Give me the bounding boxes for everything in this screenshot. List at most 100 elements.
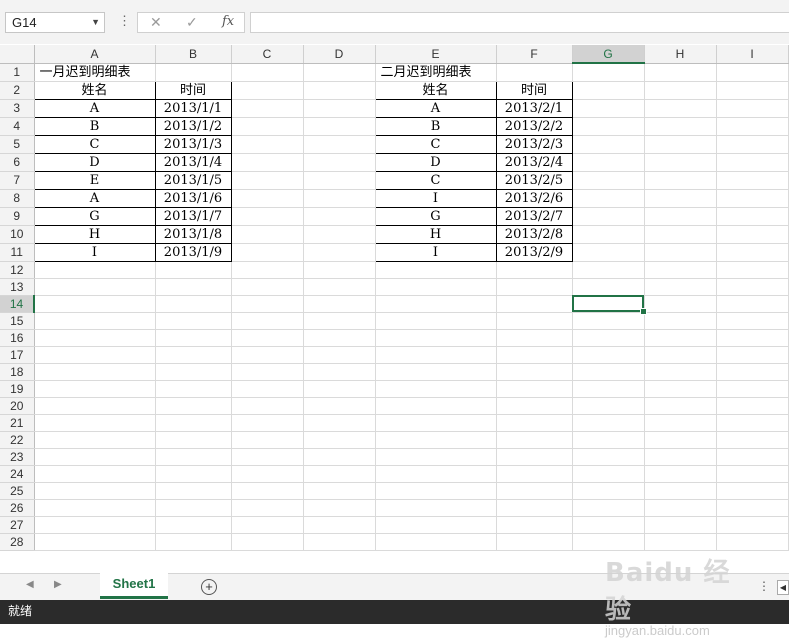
cell[interactable] [716,329,789,347]
table2-header-name[interactable]: 姓名 [374,80,497,100]
cell[interactable] [572,482,645,500]
cell[interactable] [375,431,497,449]
table1-date-cell[interactable]: 2013/1/3 [154,134,232,154]
cell[interactable] [716,312,789,330]
cell[interactable] [303,207,376,226]
cell[interactable] [34,397,156,415]
cell[interactable] [644,329,717,347]
table1-name-cell[interactable]: A [33,98,156,118]
column-header-g[interactable]: G [572,45,645,64]
table2-name-cell[interactable]: C [374,170,497,190]
cell[interactable] [716,295,789,313]
table2-date-cell[interactable]: 2013/2/9 [495,242,573,262]
cell[interactable] [496,499,573,517]
cell[interactable] [644,99,717,118]
cell[interactable] [34,499,156,517]
table1-name-cell[interactable]: H [33,224,156,244]
cell[interactable] [644,189,717,208]
row-header[interactable]: 15 [0,312,35,330]
cell[interactable] [644,414,717,432]
cell[interactable] [231,482,304,500]
row-header[interactable]: 2 [0,81,35,100]
cell[interactable] [716,135,789,154]
cell[interactable] [34,312,156,330]
row-header[interactable]: 11 [0,243,35,262]
cell[interactable] [303,243,376,262]
cell[interactable] [496,346,573,364]
cell[interactable] [155,431,232,449]
cell[interactable] [716,207,789,226]
table1-header-name[interactable]: 姓名 [33,80,156,100]
cell[interactable] [572,516,645,534]
column-header-d[interactable]: D [303,45,376,64]
cell[interactable] [231,329,304,347]
cell[interactable] [155,380,232,398]
row-header[interactable]: 25 [0,482,35,500]
cell[interactable] [375,448,497,466]
cell[interactable] [572,225,645,244]
cell[interactable] [34,363,156,381]
cell[interactable] [496,380,573,398]
cell[interactable] [644,380,717,398]
table1-name-cell[interactable]: D [33,152,156,172]
cell[interactable] [716,448,789,466]
table2-name-cell[interactable]: I [374,242,497,262]
cell[interactable] [303,533,376,551]
cell[interactable] [496,431,573,449]
cell[interactable] [155,448,232,466]
name-box[interactable]: G14 ▼ [5,12,105,33]
cell[interactable] [716,533,789,551]
cell[interactable] [572,63,645,82]
cell[interactable] [231,189,304,208]
row-header[interactable]: 13 [0,278,35,296]
cell[interactable] [303,171,376,190]
table1-title[interactable]: 一月迟到明细表 [34,63,156,82]
cell[interactable] [303,99,376,118]
cell[interactable] [644,346,717,364]
cell[interactable] [644,295,717,313]
cell[interactable] [496,278,573,296]
cell[interactable] [572,329,645,347]
table2-date-cell[interactable]: 2013/2/6 [495,188,573,208]
cell[interactable] [496,516,573,534]
cell[interactable] [231,499,304,517]
cell[interactable] [231,414,304,432]
table1-date-cell[interactable]: 2013/1/1 [154,98,232,118]
cell[interactable] [496,295,573,313]
column-header-c[interactable]: C [231,45,304,64]
cell[interactable] [716,153,789,172]
table1-name-cell[interactable]: A [33,188,156,208]
cell[interactable] [231,295,304,313]
cell[interactable] [231,397,304,415]
cell[interactable] [155,414,232,432]
row-header[interactable]: 3 [0,99,35,118]
table2-name-cell[interactable]: G [374,206,497,226]
cell[interactable] [716,465,789,483]
cell[interactable] [375,261,497,279]
table1-name-cell[interactable]: G [33,206,156,226]
cell[interactable] [375,533,497,551]
table1-date-cell[interactable]: 2013/1/8 [154,224,232,244]
fill-handle[interactable] [639,307,647,315]
cell[interactable] [716,380,789,398]
add-sheet-icon[interactable]: + [201,579,217,595]
cell[interactable] [496,261,573,279]
cell[interactable] [572,312,645,330]
more-options-icon[interactable]: ⋮ [758,579,770,593]
cell[interactable] [572,431,645,449]
cell[interactable] [716,243,789,262]
cell[interactable] [496,363,573,381]
cell[interactable] [231,533,304,551]
cell[interactable] [644,465,717,483]
cell[interactable] [155,465,232,483]
table2-date-cell[interactable]: 2013/2/7 [495,206,573,226]
row-header[interactable]: 21 [0,414,35,432]
cell[interactable] [716,499,789,517]
cell[interactable] [375,482,497,500]
cell[interactable] [644,482,717,500]
scroll-tabs-right-icon[interactable]: ▶ [54,579,62,590]
cell[interactable] [303,135,376,154]
cell[interactable] [231,465,304,483]
cell[interactable] [572,243,645,262]
selected-cell-g14[interactable] [572,295,647,315]
